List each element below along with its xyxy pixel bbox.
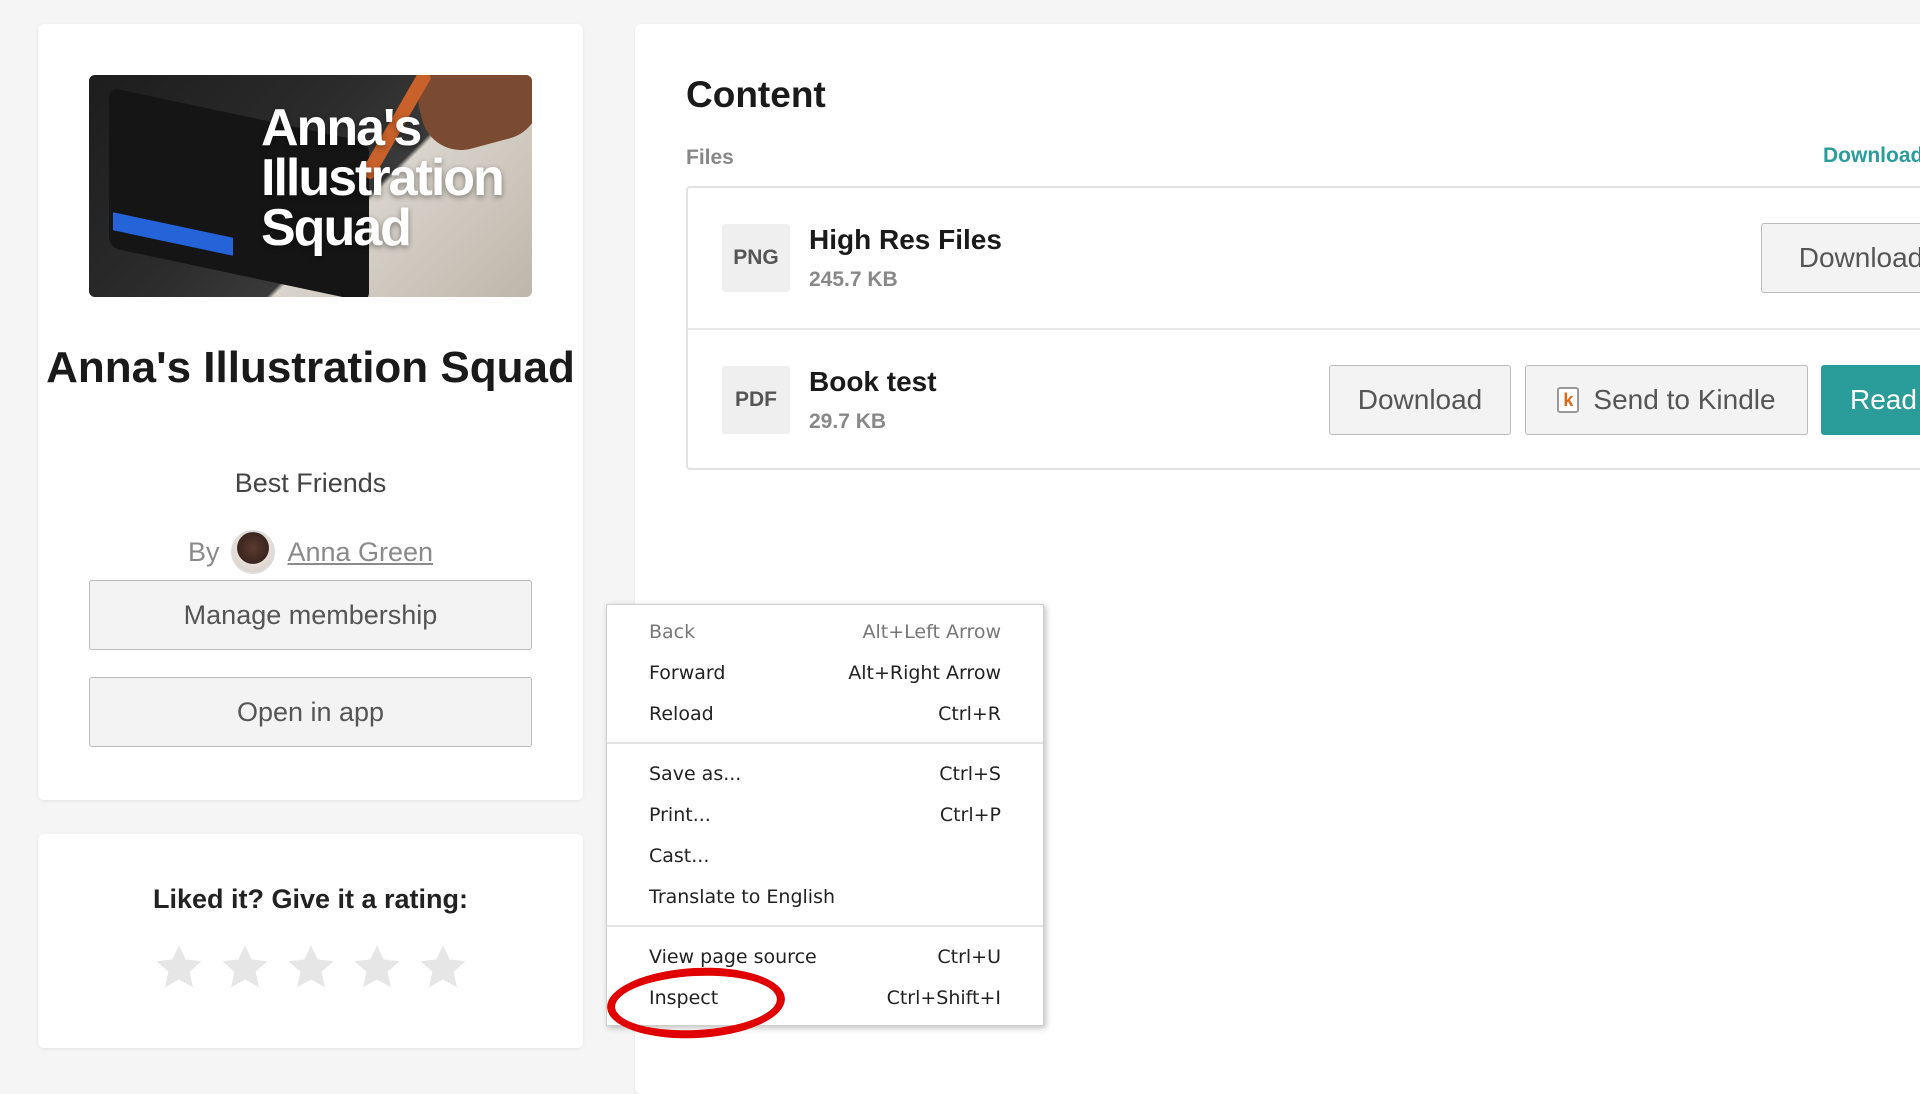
file-row: PDF Book test 29.7 KB Download k Send to… <box>688 330 1920 470</box>
send-to-kindle-label: Send to Kindle <box>1593 384 1776 415</box>
menu-item-label: Forward <box>649 661 726 684</box>
menu-item-save-as[interactable]: Save as... Ctrl+S <box>607 753 1043 794</box>
star-icon-1[interactable] <box>153 942 205 994</box>
download-all-link[interactable]: Download all <box>1823 144 1920 168</box>
by-label: By <box>187 536 220 567</box>
content-title: Content <box>686 74 826 115</box>
star-icon-5[interactable] <box>417 942 469 994</box>
download-button[interactable]: Download <box>1329 365 1511 435</box>
tier-name: Best Friends <box>234 468 387 498</box>
menu-item-label: Print... <box>649 803 711 826</box>
file-size: 29.7 KB <box>809 410 887 433</box>
menu-item-shortcut: Ctrl+R <box>938 702 1001 725</box>
creator-name: Anna's Illustration Squad <box>46 343 575 392</box>
author-row: By Anna Green <box>38 530 583 574</box>
menu-item-shortcut: Ctrl+Shift+I <box>886 986 1001 1009</box>
file-name: High Res Files <box>809 224 1002 255</box>
menu-item-shortcut: Ctrl+U <box>937 945 1001 968</box>
menu-item-label: Translate to English <box>649 885 836 908</box>
menu-item-translate[interactable]: Translate to English <box>607 876 1043 917</box>
rating-card: Liked it? Give it a rating: <box>38 834 583 1048</box>
menu-item-shortcut: Ctrl+P <box>939 803 1001 826</box>
star-icon-4[interactable] <box>351 942 403 994</box>
open-in-app-button[interactable]: Open in app <box>89 677 532 747</box>
creator-card: Anna's Illustration Squad Anna's Illustr… <box>38 24 583 800</box>
menu-separator <box>607 925 1043 927</box>
menu-item-label: View page source <box>649 945 817 968</box>
manage-membership-button[interactable]: Manage membership <box>89 580 532 650</box>
star-icon-3[interactable] <box>285 942 337 994</box>
file-name: Book test <box>809 366 937 397</box>
menu-item-label: Back <box>649 620 696 643</box>
menu-item-forward[interactable]: Forward Alt+Right Arrow <box>607 652 1043 693</box>
menu-item-shortcut: Alt+Right Arrow <box>848 661 1001 684</box>
menu-item-label: Reload <box>649 702 714 725</box>
file-row: PNG High Res Files 245.7 KB Download <box>688 188 1920 330</box>
rating-label: Liked it? Give it a rating: <box>152 884 469 914</box>
file-size: 245.7 KB <box>809 268 898 291</box>
cover-title: Anna's Illustration Squad <box>261 99 505 257</box>
read-button[interactable]: Read <box>1821 365 1920 435</box>
menu-separator <box>607 742 1043 744</box>
context-menu: Back Alt+Left Arrow Forward Alt+Right Ar… <box>606 604 1044 1026</box>
menu-item-back[interactable]: Back Alt+Left Arrow <box>607 611 1043 652</box>
menu-item-reload[interactable]: Reload Ctrl+R <box>607 693 1043 734</box>
menu-item-shortcut: Ctrl+S <box>939 762 1001 785</box>
menu-item-label: Save as... <box>649 762 742 785</box>
download-button[interactable]: Download <box>1761 223 1920 293</box>
files-list: PNG High Res Files 245.7 KB Download PDF… <box>686 186 1920 470</box>
files-label: Files <box>686 146 734 169</box>
menu-item-cast[interactable]: Cast... <box>607 835 1043 876</box>
file-type-badge: PDF <box>722 366 790 434</box>
cover-image: Anna's Illustration Squad <box>89 75 532 297</box>
file-type-badge: PNG <box>722 224 790 292</box>
avatar[interactable] <box>231 530 276 574</box>
menu-item-label: Cast... <box>649 844 710 867</box>
kindle-icon: k <box>1557 387 1580 413</box>
menu-item-shortcut: Alt+Left Arrow <box>862 620 1001 643</box>
star-rating <box>38 942 583 994</box>
menu-item-print[interactable]: Print... Ctrl+P <box>607 794 1043 835</box>
send-to-kindle-button[interactable]: k Send to Kindle <box>1525 365 1808 435</box>
star-icon-2[interactable] <box>219 942 271 994</box>
author-link[interactable]: Anna Green <box>287 537 433 568</box>
